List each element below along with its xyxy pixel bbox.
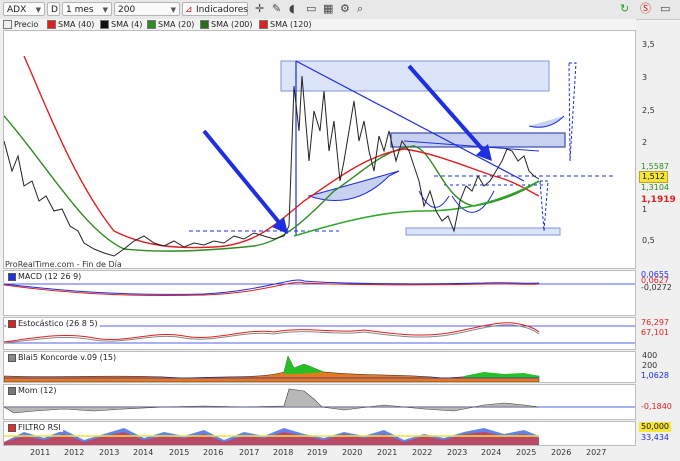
window-menu-icon[interactable]: ▭ bbox=[660, 2, 670, 16]
time-axis[interactable]: 2011 2012 2013 2014 2015 2016 2017 2018 … bbox=[3, 446, 636, 461]
prorealtime-logo-icon[interactable]: Ⓢ bbox=[640, 2, 651, 16]
ruler-icon[interactable]: ▭ bbox=[306, 2, 316, 16]
legend-swatch bbox=[200, 20, 209, 29]
chart-type-button[interactable]: D bbox=[47, 2, 60, 16]
year-label: 2025 bbox=[516, 448, 537, 457]
legend-item-precio[interactable]: Precio bbox=[3, 20, 38, 29]
momentum-title[interactable]: Mom (12) bbox=[6, 386, 59, 395]
pencil-icon[interactable]: ✎ bbox=[272, 2, 281, 16]
range-box-bottom bbox=[405, 227, 561, 236]
year-label: 2016 bbox=[203, 448, 224, 457]
indicator-swatch bbox=[8, 272, 16, 281]
chart-type-label: D bbox=[51, 5, 58, 15]
year-label: 2023 bbox=[447, 448, 468, 457]
bowl-shape bbox=[307, 170, 400, 201]
year-label: 2022 bbox=[412, 448, 433, 457]
rsi-title[interactable]: FILTRO RSI bbox=[6, 423, 63, 432]
momentum-axis: -0,1840 bbox=[641, 402, 672, 411]
momentum-pane[interactable]: Mom (12) bbox=[3, 384, 636, 420]
macd-title[interactable]: MACD (12 26 9) bbox=[6, 272, 84, 281]
refresh-icon[interactable]: ↻ bbox=[620, 2, 629, 16]
year-label: 2020 bbox=[342, 448, 363, 457]
indicator-swatch bbox=[8, 353, 16, 362]
year-label: 2014 bbox=[133, 448, 154, 457]
price-legend: Precio SMA (40) SMA (4) SMA (20) SMA (20… bbox=[0, 19, 636, 30]
legend-item-sma200[interactable]: SMA (200) bbox=[200, 20, 253, 29]
units-selector[interactable]: 200 unidades▼ bbox=[114, 2, 180, 29]
koncorde-axis: 400 200 1,0628 bbox=[641, 351, 669, 380]
rsi-pane[interactable]: FILTRO RSI bbox=[3, 421, 636, 446]
price-tick: 1 bbox=[642, 205, 648, 214]
year-label: 2024 bbox=[481, 448, 502, 457]
koncorde-pane[interactable]: Blai5 Koncorde v.09 (15) bbox=[3, 351, 636, 383]
koncorde-title[interactable]: Blai5 Koncorde v.09 (15) bbox=[6, 353, 119, 362]
stochastic-pane[interactable]: Estocástico (26 8 5) bbox=[3, 317, 636, 350]
legend-swatch bbox=[147, 20, 156, 29]
legend-item-sma40[interactable]: SMA (40) bbox=[47, 20, 94, 29]
indicator-swatch bbox=[8, 423, 16, 432]
symbol-label: ADX bbox=[7, 5, 27, 15]
year-label: 2011 bbox=[30, 448, 51, 457]
settings-icon[interactable]: ⚙ bbox=[340, 2, 350, 16]
year-label: 2021 bbox=[377, 448, 398, 457]
price-tick: 3,5 bbox=[642, 40, 655, 49]
indicators-label: Indicadores bbox=[196, 5, 248, 15]
chevron-down-icon: ▼ bbox=[102, 6, 108, 14]
sma-red-tag: 1,1919 bbox=[641, 195, 676, 205]
watermark-text: ProRealTime.com - Fin de Día bbox=[5, 260, 122, 269]
momentum-chart bbox=[4, 388, 635, 414]
year-label: 2019 bbox=[307, 448, 328, 457]
legend-item-sma120[interactable]: SMA (120) bbox=[259, 20, 312, 29]
chevron-down-icon: ▼ bbox=[170, 6, 176, 14]
year-label: 2026 bbox=[551, 448, 572, 457]
timeframe-label: 1 mes bbox=[66, 5, 94, 15]
price-tick: 2,5 bbox=[642, 106, 655, 115]
price-chart bbox=[4, 55, 616, 257]
range-box-top bbox=[280, 60, 550, 92]
last-price-tag: 1,512 bbox=[639, 171, 668, 183]
macd-chart bbox=[4, 279, 635, 296]
stochastic-title[interactable]: Estocástico (26 8 5) bbox=[6, 319, 100, 328]
year-label: 2018 bbox=[273, 448, 294, 457]
year-label: 2015 bbox=[169, 448, 190, 457]
price-pane[interactable]: ProRealTime.com - Fin de Día bbox=[3, 30, 636, 269]
layout-icon[interactable]: ▦ bbox=[323, 2, 333, 16]
timeframe-selector[interactable]: 1 mes ▼ bbox=[62, 2, 112, 16]
price-tick: 0,5 bbox=[642, 236, 655, 245]
sma-green-tag: 1,3104 bbox=[641, 183, 669, 192]
projection-up bbox=[568, 62, 577, 162]
price-tick: 3 bbox=[642, 73, 648, 82]
year-label: 2012 bbox=[64, 448, 85, 457]
year-label: 2027 bbox=[586, 448, 607, 457]
legend-swatch bbox=[3, 20, 12, 29]
indicator-swatch bbox=[8, 386, 16, 395]
legend-swatch bbox=[259, 20, 268, 29]
projection-bowl bbox=[528, 115, 565, 128]
legend-item-sma20[interactable]: SMA (20) bbox=[147, 20, 194, 29]
legend-item-sma4[interactable]: SMA (4) bbox=[100, 20, 142, 29]
indicator-swatch bbox=[8, 319, 16, 328]
magnet-icon[interactable]: ◖ bbox=[289, 2, 295, 16]
legend-swatch bbox=[47, 20, 56, 29]
toolbar: ADX ▼ D 1 mes ▼ 200 unidades▼ ⊿ Indicadore… bbox=[0, 0, 680, 29]
chevron-down-icon: ▼ bbox=[35, 6, 41, 14]
rsi-axis: 50,000 33,434 bbox=[639, 422, 671, 442]
legend-swatch bbox=[100, 20, 109, 29]
price-tick: 2 bbox=[642, 138, 648, 147]
year-label: 2013 bbox=[99, 448, 120, 457]
macd-pane[interactable]: MACD (12 26 9) bbox=[3, 270, 636, 316]
symbol-selector[interactable]: ADX ▼ bbox=[3, 2, 45, 16]
zoom-icon[interactable]: ⌕ bbox=[357, 2, 363, 16]
year-label: 2017 bbox=[239, 448, 260, 457]
indicator-chart-icon: ⊿ bbox=[185, 5, 193, 15]
macd-axis: 0,0655 0,0627 -0,0272 bbox=[641, 270, 672, 292]
price-axis[interactable]: 3,5 3 2,5 2 1,5587 1,512 1,3104 1,1919 1… bbox=[636, 30, 680, 269]
projection-down bbox=[539, 180, 549, 232]
crosshair-icon[interactable]: ✛ bbox=[255, 2, 264, 16]
rsi-chart bbox=[4, 428, 539, 445]
indicators-button[interactable]: ⊿ Indicadores bbox=[182, 2, 248, 16]
blue-arrow-1 bbox=[202, 129, 288, 234]
stochastic-axis: 76,297 67,101 bbox=[641, 318, 669, 337]
